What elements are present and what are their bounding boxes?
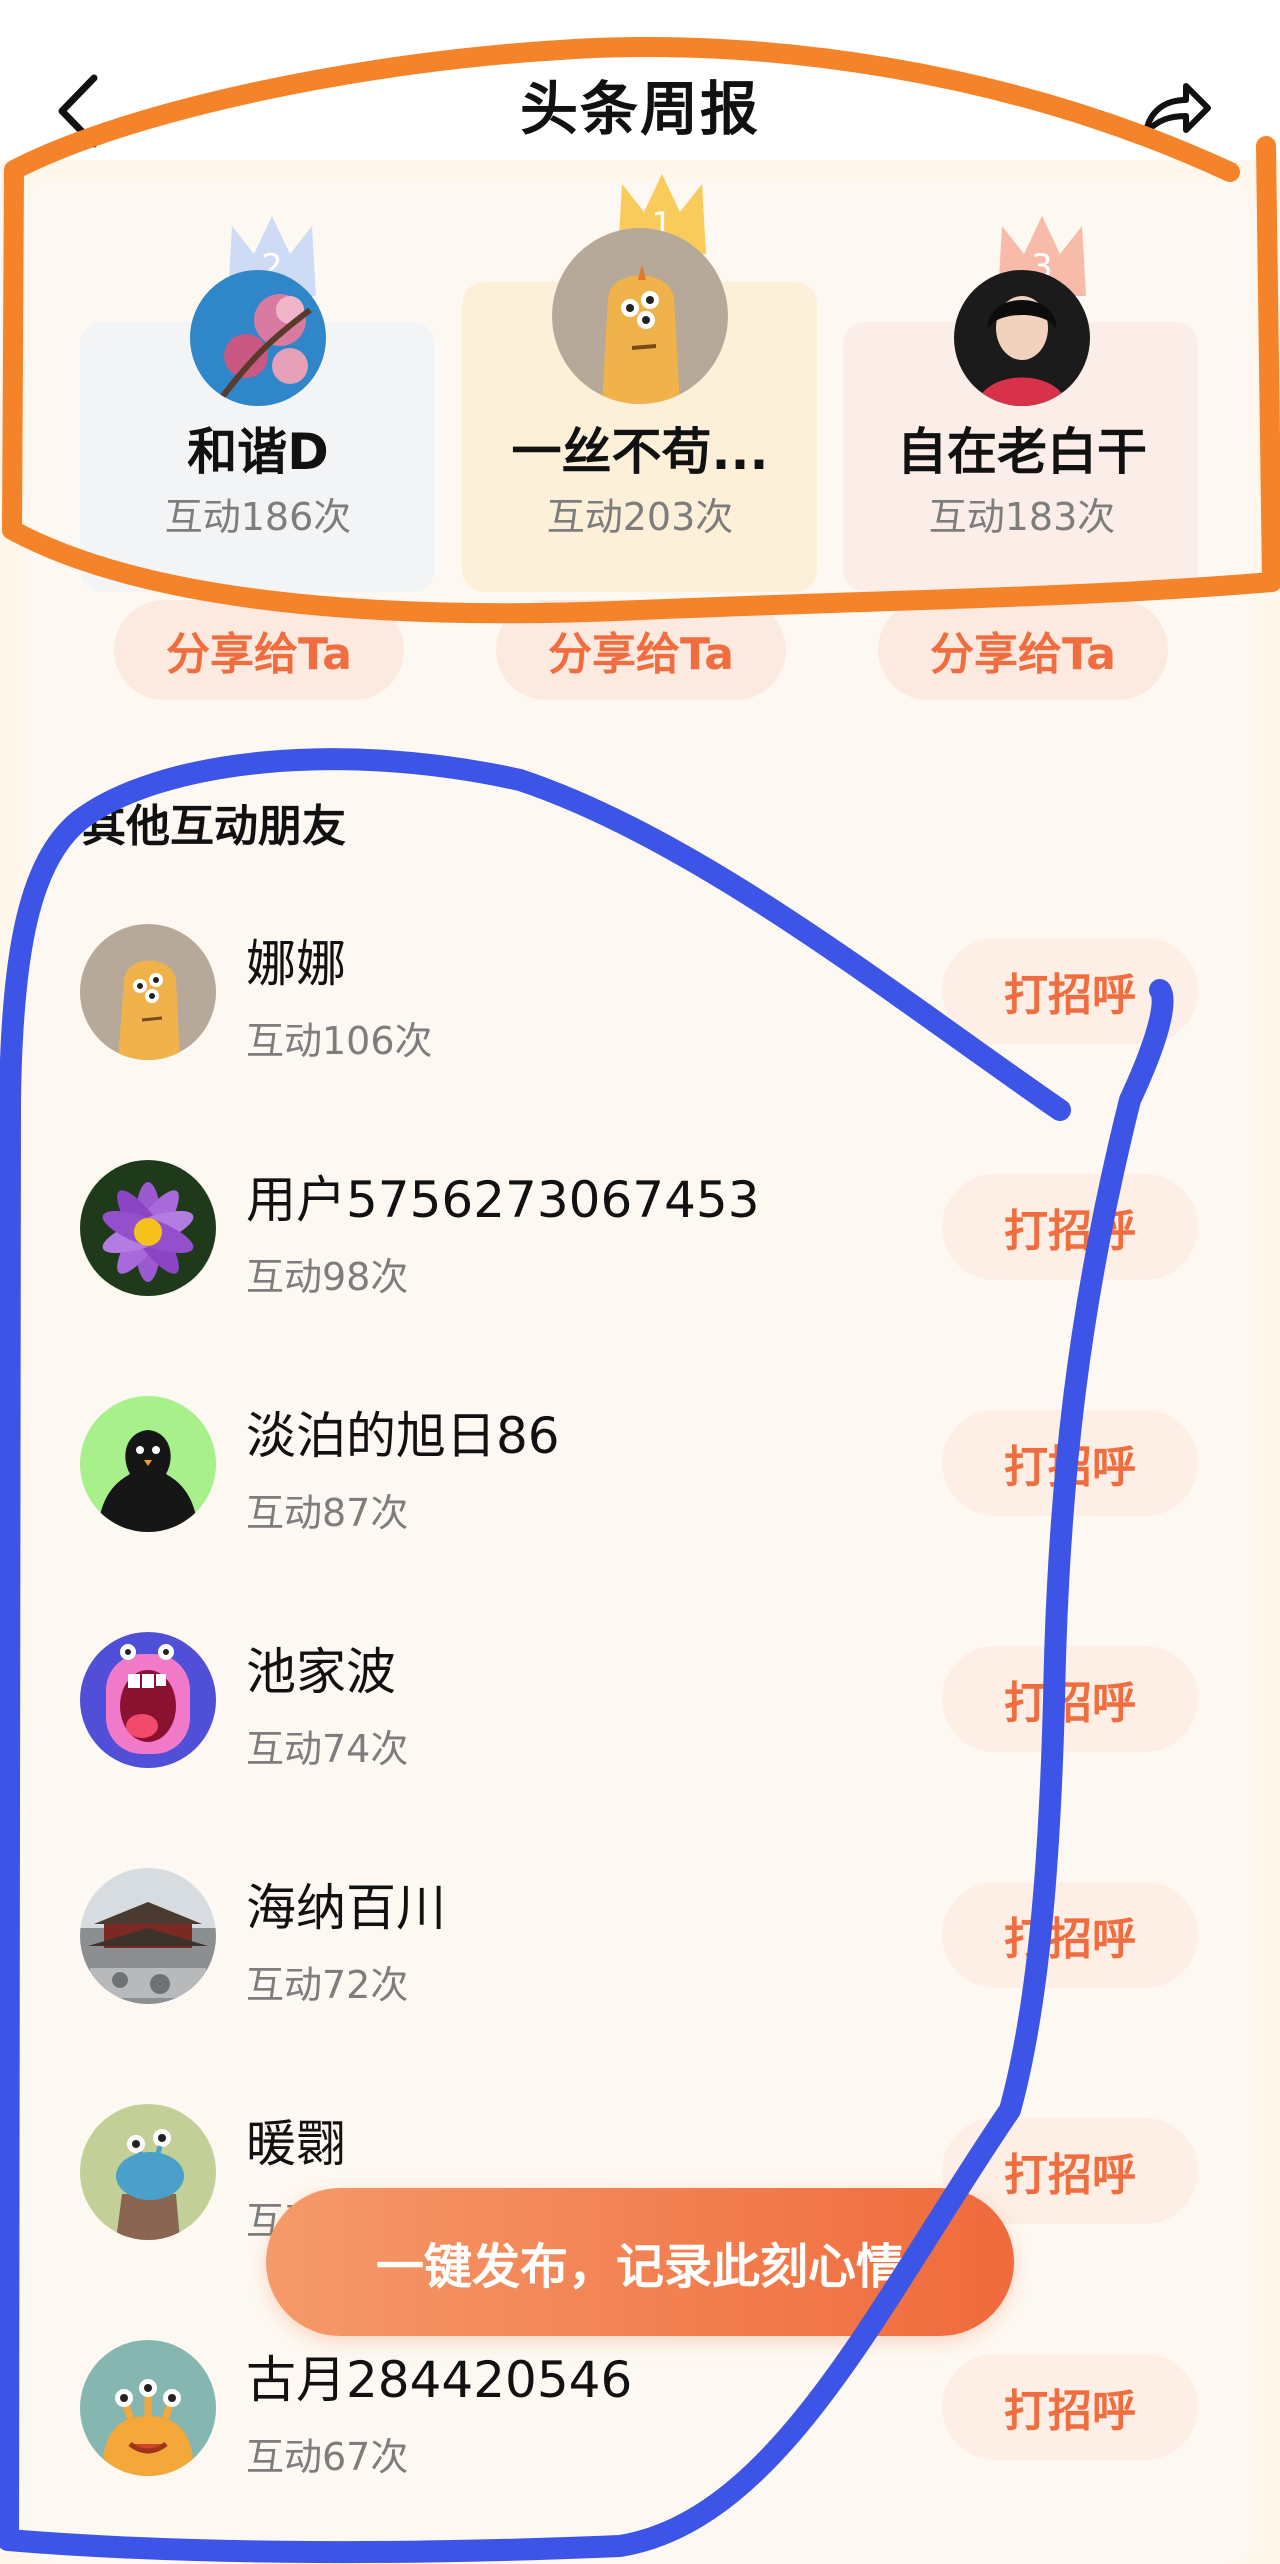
greet-button[interactable]: 打招呼 [942, 938, 1198, 1044]
avatar[interactable] [80, 1632, 216, 1768]
avatar[interactable] [954, 270, 1090, 406]
avatar[interactable] [80, 2104, 216, 2240]
top-friend-name: 一丝不苟... [511, 423, 769, 481]
list-item: 古月284420546 互动67次 打招呼 [80, 2340, 1200, 2540]
friend-count: 互动87次 [246, 1491, 409, 1535]
friend-count: 互动72次 [246, 1963, 409, 2007]
greet-button[interactable]: 打招呼 [942, 1410, 1198, 1516]
friend-name: 淡泊的旭日86 [246, 1407, 560, 1465]
avatar[interactable] [80, 1160, 216, 1296]
list-item: 用户5756273067453 互动98次 打招呼 [80, 1160, 1200, 1360]
friend-name: 海纳百川 [246, 1879, 446, 1937]
friend-name: 娜娜 [246, 935, 346, 993]
share-to-button[interactable]: 分享给Ta [496, 600, 786, 700]
avatar[interactable] [80, 2340, 216, 2476]
greet-button[interactable]: 打招呼 [942, 1646, 1198, 1752]
share-arrow-icon [1143, 83, 1211, 135]
greet-button[interactable]: 打招呼 [942, 2354, 1198, 2460]
section-title: 其他互动朋友 [82, 801, 346, 852]
top-friend-name: 自在老白干 [897, 423, 1147, 481]
top-friend-name: 和谐D [187, 423, 329, 481]
avatar[interactable] [190, 270, 326, 406]
top-friend-count: 互动203次 [546, 495, 734, 539]
friend-name: 暖翾 [246, 2115, 346, 2173]
publish-button[interactable]: 一键发布，记录此刻心情 [266, 2188, 1014, 2336]
list-item: 淡泊的旭日86 互动87次 打招呼 [80, 1396, 1200, 1596]
top-friend-count: 互动183次 [928, 495, 1116, 539]
greet-button[interactable]: 打招呼 [942, 1882, 1198, 1988]
share-to-button[interactable]: 分享给Ta [114, 600, 404, 700]
friend-name: 用户5756273067453 [246, 1171, 760, 1229]
friend-count: 互动67次 [246, 2435, 409, 2479]
friend-count: 互动106次 [246, 1019, 433, 1063]
avatar[interactable] [80, 924, 216, 1060]
top-friend-count: 互动186次 [164, 495, 352, 539]
share-button[interactable] [1136, 70, 1216, 150]
list-item: 娜娜 互动106次 打招呼 [80, 924, 1200, 1124]
greet-button[interactable]: 打招呼 [942, 1174, 1198, 1280]
avatar[interactable] [80, 1396, 216, 1532]
friend-count: 互动74次 [246, 1727, 409, 1771]
avatar[interactable] [80, 1868, 216, 2004]
list-item: 海纳百川 互动72次 打招呼 [80, 1868, 1200, 2068]
friend-name: 池家波 [246, 1643, 396, 1701]
avatar[interactable] [552, 228, 728, 404]
share-to-button[interactable]: 分享给Ta [878, 600, 1168, 700]
friend-name: 古月284420546 [246, 2351, 633, 2409]
page-title: 头条周报 [519, 75, 760, 143]
list-item: 池家波 互动74次 打招呼 [80, 1632, 1200, 1832]
friend-count: 互动98次 [246, 1255, 409, 1299]
